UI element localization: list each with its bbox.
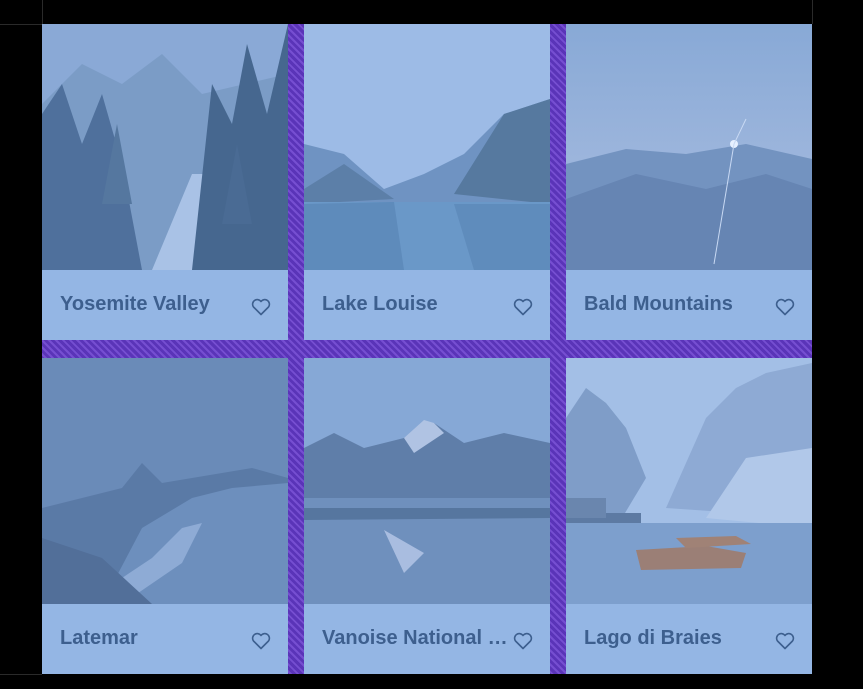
card-title: Yosemite Valley — [60, 293, 210, 315]
heart-outline-icon[interactable] — [513, 298, 533, 316]
heart-outline-icon[interactable] — [513, 632, 533, 650]
card-footer: Bald Mountains — [566, 270, 812, 340]
heart-outline-icon[interactable] — [251, 632, 271, 650]
card-image — [304, 358, 550, 604]
destination-card[interactable]: Yosemite Valley — [42, 24, 288, 340]
card-image — [304, 24, 550, 270]
card-title: Vanoise National Park — [322, 627, 514, 649]
guide-line — [0, 674, 42, 675]
card-footer: Latemar — [42, 604, 288, 674]
heart-outline-icon[interactable] — [775, 298, 795, 316]
card-footer: Yosemite Valley — [42, 270, 288, 340]
card-footer: Lake Louise — [304, 270, 550, 340]
card-image — [42, 24, 288, 270]
destination-card[interactable]: Bald Mountains — [566, 24, 812, 340]
card-image — [42, 358, 288, 604]
heart-outline-icon[interactable] — [251, 298, 271, 316]
card-image — [566, 358, 812, 604]
destination-card[interactable]: Vanoise National Park — [304, 358, 550, 674]
card-footer: Lago di Braies — [566, 604, 812, 674]
destination-card[interactable]: Lake Louise — [304, 24, 550, 340]
card-title: Latemar — [60, 627, 138, 649]
destination-card[interactable]: Latemar — [42, 358, 288, 674]
page: Yosemite Valley Lake Louise Bald Mountai… — [0, 0, 863, 689]
guide-line — [42, 0, 43, 24]
guide-line — [0, 24, 42, 25]
destination-card[interactable]: Lago di Braies — [566, 358, 812, 674]
card-footer: Vanoise National Park — [304, 604, 550, 674]
card-image — [566, 24, 812, 270]
card-title: Lake Louise — [322, 293, 438, 315]
card-title: Lago di Braies — [584, 627, 722, 649]
guide-line — [812, 0, 813, 24]
card-title: Bald Mountains — [584, 293, 733, 315]
heart-outline-icon[interactable] — [775, 632, 795, 650]
